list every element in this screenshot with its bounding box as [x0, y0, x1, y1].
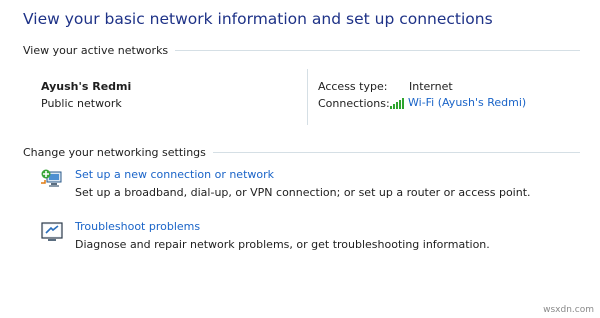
connection-entry[interactable]: Wi-Fi (Ayush's Redmi): [390, 96, 526, 109]
troubleshoot-problems-description: Diagnose and repair network problems, or…: [75, 238, 490, 251]
access-type-value: Internet: [409, 80, 453, 93]
network-name: Ayush's Redmi: [41, 80, 132, 93]
networking-settings-section-header: Change your networking settings: [23, 146, 580, 159]
wifi-signal-bars-icon: [390, 97, 404, 109]
active-networks-heading: View your active networks: [23, 44, 169, 57]
network-type: Public network: [41, 97, 122, 110]
setup-new-connection-description: Set up a broadband, dial-up, or VPN conn…: [75, 186, 531, 199]
active-networks-section-header: View your active networks: [23, 44, 580, 57]
troubleshoot-problems-link[interactable]: Troubleshoot problems: [75, 220, 200, 233]
access-type-label: Access type:: [318, 80, 388, 93]
connections-label: Connections:: [318, 97, 390, 110]
networking-settings-heading: Change your networking settings: [23, 146, 206, 159]
section-divider: [175, 50, 580, 51]
troubleshoot-icon[interactable]: [40, 221, 64, 243]
page-title: View your basic network information and …: [23, 10, 493, 28]
watermark: wsxdn.com: [543, 305, 594, 315]
vertical-divider: [307, 69, 308, 125]
section-divider: [212, 152, 580, 153]
wifi-connection-link[interactable]: Wi-Fi (Ayush's Redmi): [408, 96, 526, 109]
setup-new-connection-link[interactable]: Set up a new connection or network: [75, 168, 274, 181]
new-connection-icon[interactable]: [40, 168, 64, 190]
